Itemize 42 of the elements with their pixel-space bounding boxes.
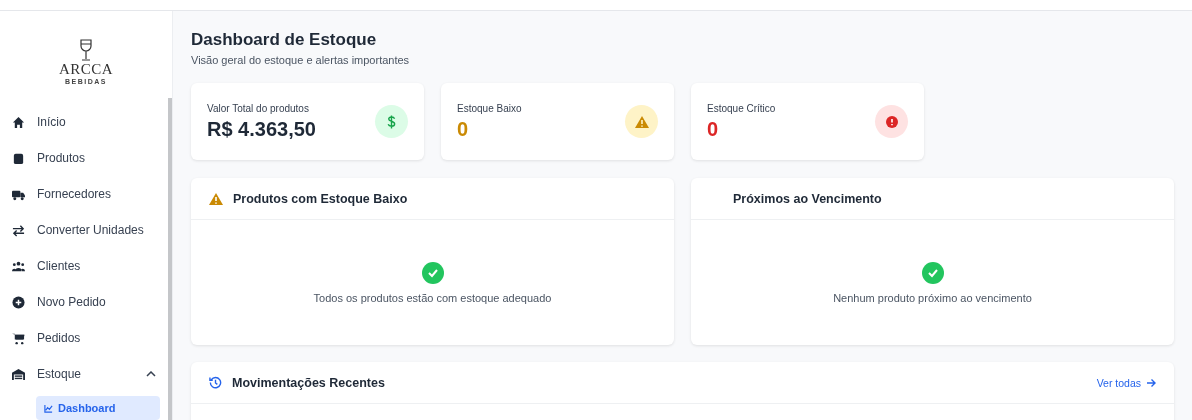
stat-value: R$ 4.363,50 <box>207 117 316 141</box>
stat-value: 0 <box>707 117 720 141</box>
nav-item[interactable]: Novo Pedido <box>0 284 168 320</box>
nav-item[interactable]: Pedidos <box>0 320 168 356</box>
empty-message: Todos os produtos estão com estoque adequado <box>313 291 552 304</box>
stat-value: 0 <box>457 117 470 141</box>
nav-item[interactable]: Converter Unidades <box>0 212 168 248</box>
nav-item[interactable]: Estoque <box>0 356 168 392</box>
check-circle-icon <box>921 261 944 284</box>
caret-icon <box>146 371 156 377</box>
stat-label: Valor Total do produtos <box>207 102 310 114</box>
arrow-right-icon <box>1146 377 1156 388</box>
scrollbar[interactable] <box>168 98 172 420</box>
view-all-link[interactable]: Ver todas <box>1096 376 1156 389</box>
warning-icon <box>209 192 223 205</box>
empty-message: Nenhum produto próximo ao vencimento <box>833 291 1032 304</box>
warehouse-icon <box>12 367 25 381</box>
stat-label: Estoque Baixo <box>457 102 522 114</box>
nav-item[interactable]: Fornecedores <box>0 176 168 212</box>
plus-circle-icon <box>12 295 25 309</box>
home-icon <box>12 115 25 129</box>
users-icon <box>12 259 25 273</box>
page-subtitle: Visão geral do estoque e alertas importantes <box>191 54 411 66</box>
warning-icon <box>625 105 658 138</box>
alert-icon <box>875 105 908 138</box>
logo-text: ARCCA <box>58 61 114 78</box>
page-title: Dashboard de Estoque <box>191 29 378 51</box>
dollar-icon <box>375 105 408 138</box>
nav-item[interactable]: Produtos <box>0 140 168 176</box>
stat-label: Estoque Crítico <box>707 102 776 114</box>
box-icon <box>12 151 25 165</box>
chart-line-icon <box>44 403 53 413</box>
check-circle-icon <box>421 261 444 284</box>
panel-title: Próximos ao Vencimento <box>733 191 882 206</box>
panel-title: Produtos com Estoque Baixo <box>233 191 408 206</box>
wine-glass-icon <box>79 39 93 61</box>
nav-item[interactable]: Clientes <box>0 248 168 284</box>
submenu-item[interactable]: Dashboard <box>36 396 160 420</box>
swap-arrows-icon <box>12 223 25 237</box>
section-title: Movimentações Recentes <box>232 375 386 390</box>
history-icon <box>209 376 222 389</box>
nav-item[interactable]: Início <box>0 104 168 140</box>
